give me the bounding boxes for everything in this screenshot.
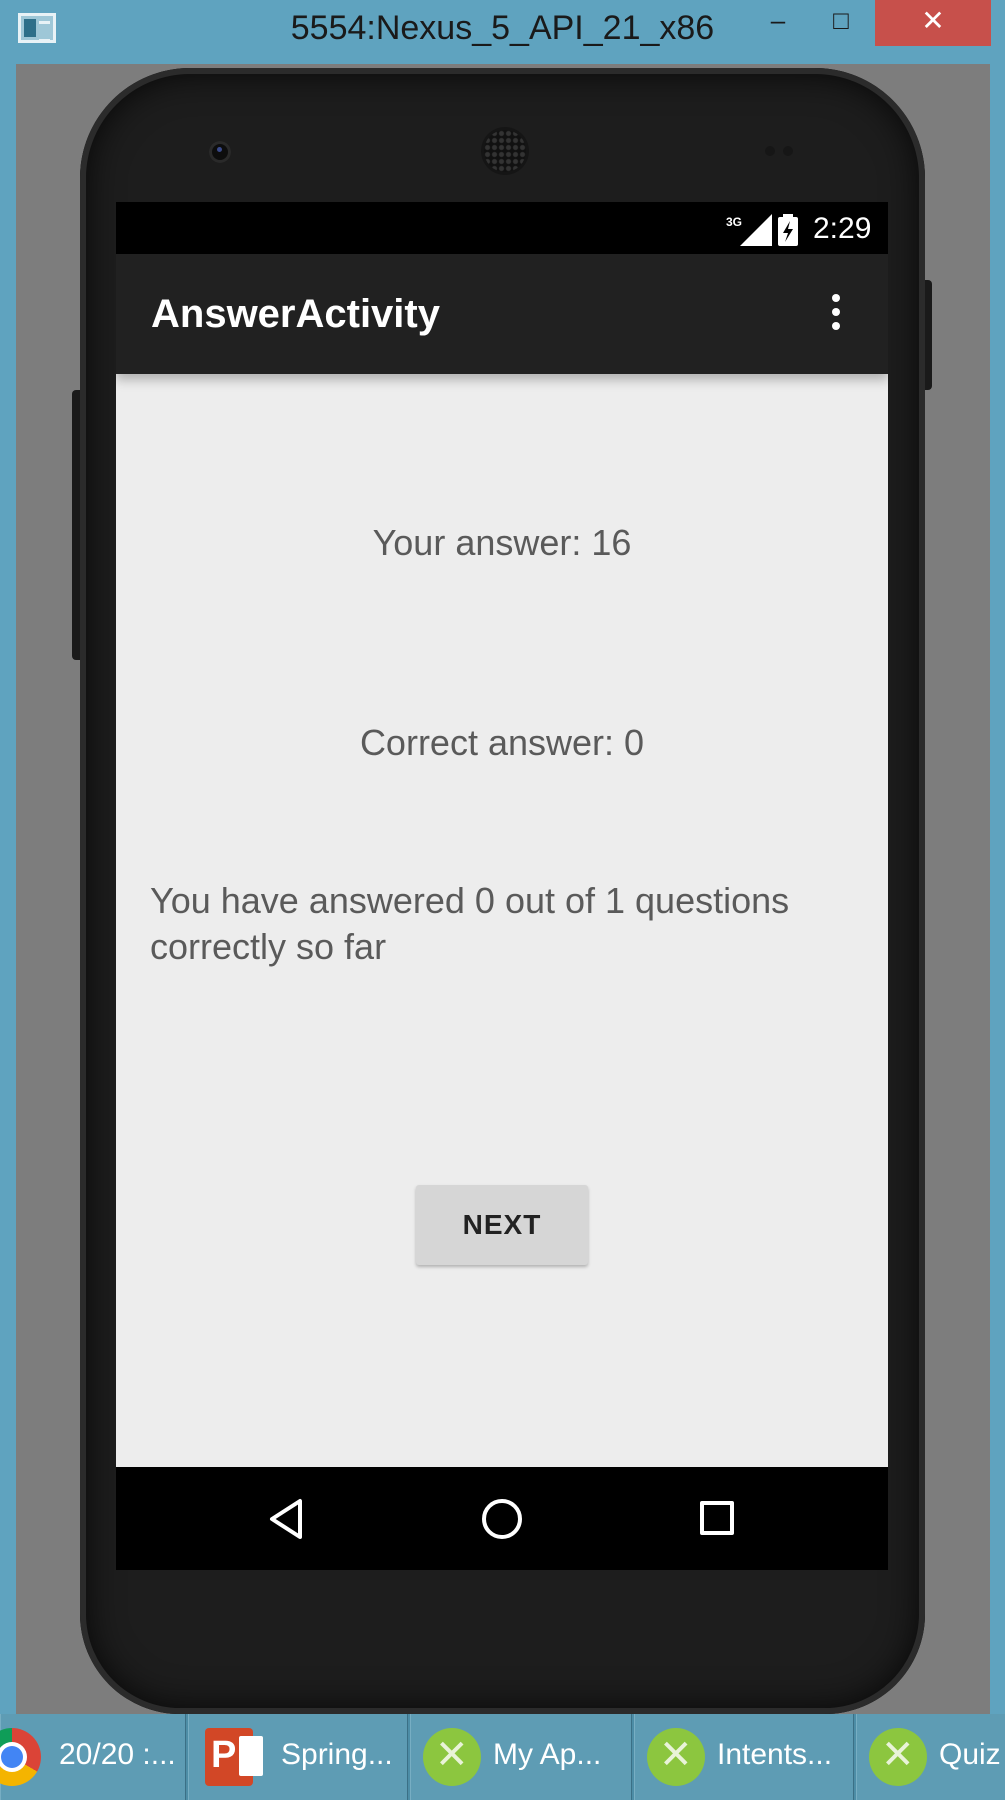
proximity-sensors xyxy=(765,143,807,157)
window-frame-left xyxy=(0,64,16,1714)
emulator-title-bar: 5554:Nexus_5_API_21_x86 – □ ✕ xyxy=(0,0,1005,64)
taskbar-item-label: 20/20 :... xyxy=(59,1738,176,1771)
your-answer-text: Your answer: 16 xyxy=(372,522,632,563)
status-bar: 3G 2:29 xyxy=(116,202,888,254)
home-icon[interactable] xyxy=(482,1499,522,1539)
earpiece-speaker xyxy=(484,130,526,172)
device-screen: 3G 2:29 AnswerActivity Your answer: 16 C… xyxy=(116,202,888,1570)
taskbar-item-android-studio[interactable]: Intents... xyxy=(634,1714,854,1800)
svg-text:3G: 3G xyxy=(726,215,742,229)
more-vert-icon[interactable] xyxy=(824,294,848,334)
powerpoint-icon xyxy=(205,1728,263,1786)
taskbar-item-android-studio[interactable]: Quiz xyxy=(856,1714,1005,1800)
close-button[interactable]: ✕ xyxy=(875,0,991,46)
chrome-icon xyxy=(0,1728,41,1786)
taskbar-item-chrome[interactable]: 20/20 :... xyxy=(0,1714,186,1800)
status-time: 2:29 xyxy=(813,212,872,245)
navigation-bar xyxy=(116,1467,888,1570)
taskbar-item-android-studio[interactable]: My Ap... xyxy=(410,1714,632,1800)
app-bar: AnswerActivity xyxy=(116,254,888,374)
android-studio-icon xyxy=(423,1728,481,1786)
correct-answer-text: Correct answer: 0 xyxy=(359,722,645,763)
back-icon[interactable] xyxy=(266,1497,306,1541)
front-camera-icon xyxy=(209,141,231,163)
maximize-button[interactable]: □ xyxy=(808,0,874,46)
taskbar: 20/20 :... Spring... My Ap... Intents...… xyxy=(0,1714,1005,1800)
next-button[interactable]: NEXT xyxy=(416,1185,588,1265)
taskbar-item-label: My Ap... xyxy=(493,1738,602,1771)
score-progress-text: You have answered 0 out of 1 questions c… xyxy=(150,880,790,967)
minimize-button[interactable]: – xyxy=(745,0,811,46)
taskbar-item-label: Spring... xyxy=(281,1738,393,1771)
recent-apps-icon[interactable] xyxy=(700,1501,734,1535)
battery-charging-icon xyxy=(778,214,798,246)
taskbar-item-powerpoint[interactable]: Spring... xyxy=(188,1714,408,1800)
android-studio-icon xyxy=(647,1728,705,1786)
android-studio-icon xyxy=(869,1728,927,1786)
taskbar-item-label: Quiz xyxy=(939,1738,1001,1771)
taskbar-item-label: Intents... xyxy=(717,1738,833,1771)
signal-icon: 3G xyxy=(726,214,772,246)
window-frame-right xyxy=(990,64,1005,1714)
app-bar-title: AnswerActivity xyxy=(151,292,440,336)
